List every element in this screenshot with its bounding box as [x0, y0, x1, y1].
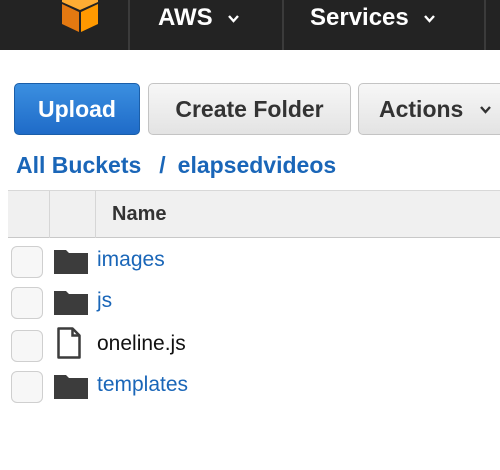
folder-icon [54, 291, 88, 315]
table-row[interactable]: oneline.js [0, 324, 500, 366]
nav-divider [282, 0, 284, 50]
actions-button-label: Actions [379, 95, 464, 122]
chevron-down-icon [480, 105, 492, 114]
nav-services-menu[interactable]: Services [310, 0, 436, 36]
nav-divider [484, 0, 486, 50]
create-folder-button[interactable]: Create Folder [148, 83, 351, 135]
upload-button-label: Upload [38, 95, 116, 122]
row-checkbox[interactable] [11, 246, 43, 278]
create-folder-button-label: Create Folder [175, 95, 324, 122]
row-checkbox[interactable] [11, 287, 43, 319]
nav-services-label: Services [310, 4, 409, 31]
table-row[interactable]: templates [0, 365, 500, 407]
upload-button[interactable]: Upload [14, 83, 140, 135]
breadcrumb-current-bucket[interactable]: elapsedvideos [178, 152, 337, 179]
nav-divider [128, 0, 130, 50]
table-row[interactable]: images [0, 240, 500, 282]
file-icon [57, 327, 81, 359]
breadcrumb-all-buckets[interactable]: All Buckets [16, 152, 141, 179]
chevron-down-icon [227, 14, 239, 23]
row-name-link[interactable]: images [97, 248, 165, 272]
nav-aws-label: AWS [158, 4, 213, 31]
row-name[interactable]: oneline.js [97, 332, 186, 356]
table-row[interactable]: js [0, 281, 500, 323]
row-name-link[interactable]: templates [97, 373, 188, 397]
column-header-name[interactable]: Name [112, 203, 166, 226]
folder-icon [54, 250, 88, 274]
column-divider [95, 191, 96, 238]
actions-dropdown-button[interactable]: Actions [358, 83, 500, 135]
chevron-down-icon [423, 14, 435, 23]
top-nav-bar: AWS Services [0, 0, 500, 50]
column-divider [49, 191, 50, 238]
aws-logo[interactable] [0, 0, 128, 50]
folder-icon [54, 375, 88, 399]
breadcrumb-separator: / [159, 151, 166, 178]
nav-aws-menu[interactable]: AWS [158, 0, 240, 36]
row-name-link[interactable]: js [97, 289, 112, 313]
row-checkbox[interactable] [11, 371, 43, 403]
breadcrumb: All Buckets / elapsedvideos [16, 150, 336, 180]
table-header: Name [8, 190, 500, 238]
row-checkbox[interactable] [11, 330, 43, 362]
aws-cube-icon [62, 0, 98, 32]
